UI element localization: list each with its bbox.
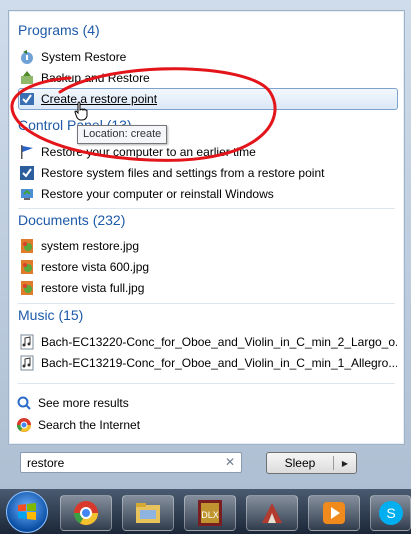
taskbar-chrome-button[interactable] [60,495,112,531]
audio-file-icon [19,334,35,350]
location-tooltip: Location: create [77,125,168,144]
result-restore-earlier-time[interactable]: Restore your computer to an earlier time [19,142,397,162]
documents-header[interactable]: Documents (232) [18,212,125,228]
result-restore-system-files[interactable]: Restore system files and settings from a… [19,163,397,183]
app-icon [262,503,282,523]
section-divider [18,383,395,384]
music-header[interactable]: Music (15) [18,307,83,323]
taskbar-media-player-button[interactable] [308,495,360,531]
skype-icon: S [378,501,403,525]
taskbar-app-button[interactable] [246,495,298,531]
backup-restore-icon [19,70,35,86]
result-system-restore[interactable]: System Restore [19,47,397,67]
section-divider [18,303,395,304]
see-more-results-link[interactable]: See more results [16,393,394,413]
section-divider [18,208,395,209]
power-options-arrow-icon[interactable]: ▶ [334,459,356,468]
magnifier-icon [16,395,32,411]
flag-icon [19,144,35,160]
result-backup-and-restore[interactable]: Backup and Restore [19,68,397,88]
result-restore-vista-600[interactable]: restore vista 600.jpg [19,257,397,277]
restore-point-icon [19,91,35,107]
search-internet-link[interactable]: Search the Internet [16,415,394,435]
image-file-icon [19,280,35,296]
programs-header[interactable]: Programs (4) [18,22,100,38]
image-file-icon [19,259,35,275]
result-music-largo[interactable]: Bach-EC13220-Conc_for_Oboe_and_Violin_in… [19,332,397,352]
search-box[interactable]: ✕ [20,452,242,473]
result-restore-or-reinstall[interactable]: Restore your computer or reinstall Windo… [19,184,397,204]
clear-search-icon[interactable]: ✕ [225,455,235,469]
taskbar-dlx-button[interactable]: DLX [184,495,236,531]
taskbar-explorer-button[interactable] [122,495,174,531]
image-file-icon [19,238,35,254]
hand-cursor-icon [74,101,88,121]
result-music-allegro[interactable]: Bach-EC13219-Conc_for_Oboe_and_Violin_in… [19,353,397,373]
checkbox-icon [19,165,35,181]
sleep-button[interactable]: Sleep ▶ [266,452,357,474]
result-restore-vista-full[interactable]: restore vista full.jpg [19,278,397,298]
windows-start-orb[interactable] [6,491,48,533]
windows-logo-icon [18,503,36,520]
search-results-pane: Programs (4) System Restore Backup and R… [8,10,405,445]
system-restore-icon [19,49,35,65]
chrome-icon [74,501,98,526]
result-system-restore-jpg[interactable]: system restore.jpg [19,236,397,256]
taskbar-skype-button[interactable]: S [370,495,411,531]
sleep-label: Sleep [267,456,334,470]
dlx-app-icon: DLX [198,500,222,526]
svg-text:S: S [386,505,395,521]
search-input[interactable] [23,454,227,471]
svg-text:DLX: DLX [201,510,219,520]
folder-icon [136,503,160,523]
chrome-icon [16,417,32,433]
audio-file-icon [19,355,35,371]
media-player-icon [323,502,345,524]
recovery-icon [19,186,35,202]
